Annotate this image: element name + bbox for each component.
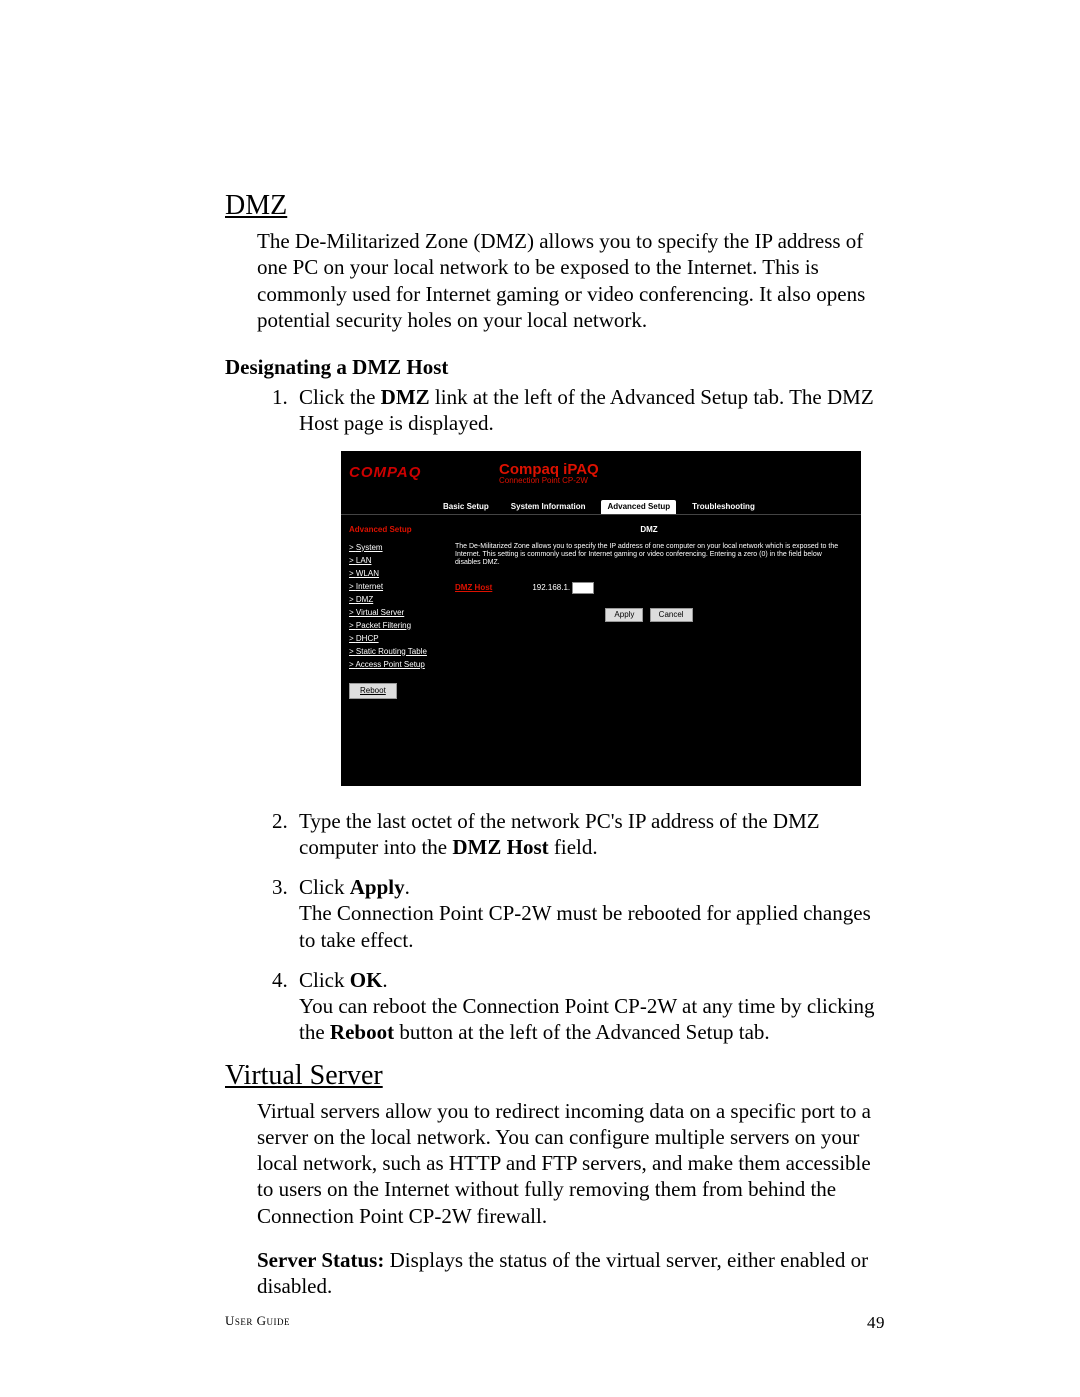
step-continuation: button at the left of the Advanced Setup… — [394, 1020, 770, 1044]
instruction-item: Click Apply. The Connection Point CP-2W … — [293, 874, 885, 953]
heading-designating: Designating a DMZ Host — [225, 355, 885, 380]
app-subtitle: Connection Point CP-2W — [499, 477, 599, 485]
sidebar-item-dhcp[interactable]: DHCP — [349, 634, 429, 644]
ip-prefix: 192.168.1. — [532, 583, 570, 593]
sidebar-item-internet[interactable]: Internet — [349, 582, 429, 592]
step-text: Click — [299, 968, 350, 992]
paragraph-vs-intro: Virtual servers allow you to redirect in… — [257, 1098, 885, 1229]
brand-logo: COMPAQ — [349, 464, 439, 483]
page-number: 49 — [867, 1313, 885, 1333]
step-continuation-bold: Reboot — [330, 1020, 394, 1044]
panel-description: The De-Militarized Zone allows you to sp… — [455, 543, 843, 568]
step-continuation: The Connection Point CP-2W must be reboo… — [299, 900, 885, 953]
sidebar-item-packet-filtering[interactable]: Packet Filtering — [349, 621, 429, 631]
heading-dmz: DMZ — [225, 190, 885, 222]
step-bold: DMZ Host — [452, 835, 548, 859]
instruction-item: Click OK. You can reboot the Connection … — [293, 967, 885, 1046]
footer-left: User Guide — [225, 1313, 290, 1333]
instruction-list: Click the DMZ link at the left of the Ad… — [293, 384, 885, 1046]
router-screenshot: COMPAQ Compaq iPAQ Connection Point CP-2… — [341, 451, 861, 786]
step-text: Click — [299, 875, 350, 899]
instruction-item: Type the last octet of the network PC's … — [293, 808, 885, 861]
sidebar-item-virtual-server[interactable]: Virtual Server — [349, 608, 429, 618]
instruction-item: Click the DMZ link at the left of the Ad… — [293, 384, 885, 786]
tab-advanced-setup[interactable]: Advanced Setup — [601, 500, 676, 514]
sidebar-item-wlan[interactable]: WLAN — [349, 569, 429, 579]
sidebar-item-access-point[interactable]: Access Point Setup — [349, 660, 429, 670]
tab-system-information[interactable]: System Information — [505, 500, 592, 514]
sidebar-item-dmz[interactable]: DMZ — [349, 595, 429, 605]
tab-troubleshooting[interactable]: Troubleshooting — [686, 500, 761, 514]
panel-title: DMZ — [455, 525, 843, 535]
sidebar-item-system[interactable]: System — [349, 543, 429, 553]
heading-virtual-server: Virtual Server — [225, 1060, 885, 1092]
sidebar-item-static-routing[interactable]: Static Routing Table — [349, 647, 429, 657]
tab-basic-setup[interactable]: Basic Setup — [437, 500, 495, 514]
cancel-button[interactable]: Cancel — [650, 608, 693, 622]
page-footer: User Guide 49 — [225, 1313, 885, 1333]
apply-button[interactable]: Apply — [605, 608, 643, 622]
step-text: field. — [549, 835, 598, 859]
dmz-host-label: DMZ Host — [455, 583, 492, 593]
dmz-host-input[interactable] — [572, 582, 594, 594]
sidebar-heading: Advanced Setup — [349, 525, 429, 535]
step-bold: OK — [350, 968, 383, 992]
paragraph-server-status: Server Status: Displays the status of th… — [257, 1247, 885, 1300]
step-text: . — [382, 968, 387, 992]
app-title: Compaq iPAQ — [499, 462, 599, 477]
paragraph-dmz-intro: The De-Militarized Zone (DMZ) allows you… — [257, 228, 885, 333]
reboot-button[interactable]: Reboot — [349, 683, 397, 699]
tab-bar: Basic Setup System Information Advanced … — [341, 497, 861, 515]
server-status-label: Server Status: — [257, 1248, 384, 1272]
step-text: Click the — [299, 385, 381, 409]
step-text: . — [405, 875, 410, 899]
sidebar: Advanced Setup System LAN WLAN Internet … — [341, 515, 437, 786]
sidebar-item-lan[interactable]: LAN — [349, 556, 429, 566]
step-bold: DMZ — [381, 385, 430, 409]
content-panel: DMZ The De-Militarized Zone allows you t… — [437, 515, 861, 786]
step-bold: Apply — [350, 875, 405, 899]
